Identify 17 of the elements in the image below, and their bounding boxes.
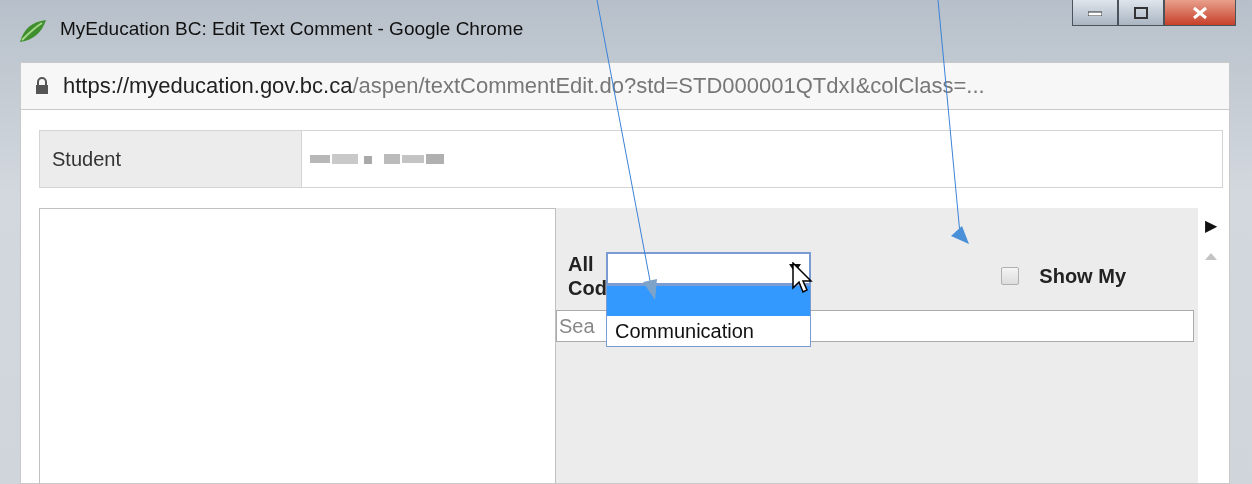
close-icon [1192,5,1208,20]
student-label: Student [40,131,302,187]
maximize-icon [1134,6,1148,19]
url-host[interactable]: https://myeducation.gov.bc.ca [63,73,353,99]
dropdown-select[interactable] [606,252,811,285]
show-my-label: Show My [1039,264,1126,288]
leaf-logo-icon [18,18,48,44]
minimize-icon [1088,9,1102,16]
code-label: Cod [568,276,607,300]
maximize-button[interactable] [1118,0,1164,26]
all-label: All [568,252,595,276]
show-my-checkbox[interactable] [1001,267,1020,285]
lock-icon [35,77,49,95]
window-title: MyEducation BC: Edit Text Comment - Google Chrome [60,18,524,40]
minimize-button[interactable] [1072,0,1118,26]
close-button[interactable] [1164,0,1236,26]
expand-arrow[interactable]: ▶ [1204,216,1217,235]
